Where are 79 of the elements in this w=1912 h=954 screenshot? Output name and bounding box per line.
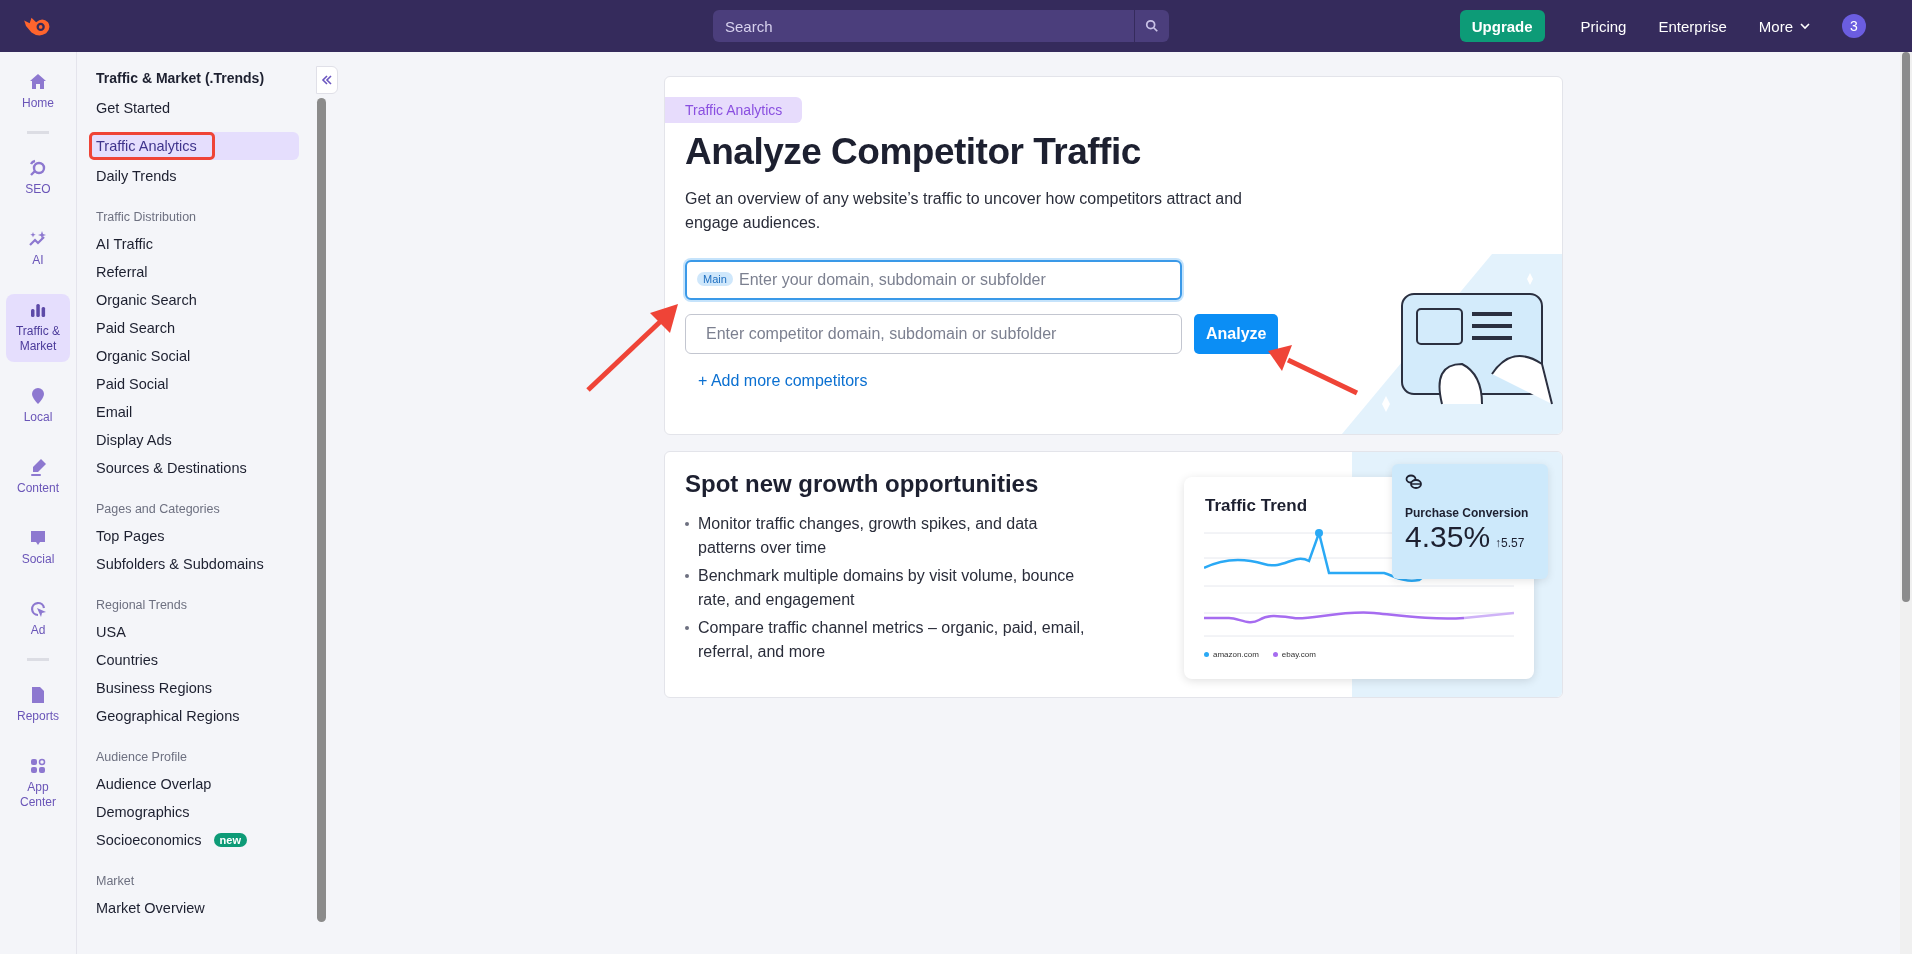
pencil-icon [28,457,48,477]
rail-item[interactable]: SEO [6,152,70,205]
rail-item[interactable]: App Center [6,750,70,818]
section-heading: Pages and Categories [95,501,221,518]
search-button[interactable] [1135,10,1169,42]
nav-link[interactable]: Pricing [1568,17,1639,35]
rail-item[interactable]: Traffic & Market [6,294,70,362]
sidebar-item[interactable]: AI Traffic [89,230,160,258]
section-heading: Market [95,873,136,890]
competitor-field[interactable]: Enter competitor domain, subdomain or subfolder [685,314,1182,354]
bullet-icon [685,522,689,526]
sidebar-item[interactable]: Countries [89,646,166,674]
metric-change: ↑5.57 [1495,536,1525,550]
upgrade-button[interactable]: Upgrade [1459,10,1545,42]
sidebar-item[interactable]: Audience Overlap [89,770,219,798]
search-field[interactable]: Search [713,10,1134,42]
metric-label: Purchase Conversion [1405,506,1530,520]
sidebar-item[interactable]: Daily Trends [89,162,184,190]
scrollbar-thumb[interactable] [1902,52,1910,602]
sidebar-item[interactable]: Traffic Analytics [89,132,299,160]
bullet-text: Monitor traffic changes, growth spikes, and data patterns over time [698,514,1039,558]
apps-icon [28,756,48,776]
sidebar-item[interactable]: Market Overview [89,894,212,922]
sidebar-item[interactable]: Paid Search [89,314,182,342]
double-chevron-icon [321,75,333,85]
page-tag: Traffic Analytics [665,97,803,123]
nav-link[interactable]: Enterprise [1646,17,1739,35]
sidebar-item[interactable]: Subfolders & Subdomains [89,550,271,578]
sidebar-item[interactable]: Demographics [89,798,197,826]
sidebar-item[interactable]: Display Ads [89,426,179,454]
bullet-text: Benchmark multiple domains by visit volume, bounce rate, and engagement [698,566,1076,610]
section-title: Spot new growth opportunities [685,470,1040,498]
rail-item[interactable]: Content [6,451,70,504]
bullet-text: Compare traffic channel metrics – organic, paid, email, referral, and more [698,618,1085,662]
rail-item[interactable]: Ad [6,593,70,646]
sidebar-item[interactable]: Socioeconomics [89,826,209,854]
legend-label: amazon.com [1213,650,1259,659]
sidebar-item[interactable]: Get Started [89,94,178,122]
rail-item[interactable]: Social [6,522,70,575]
more-menu[interactable]: More [1746,17,1822,35]
sidebar-item[interactable]: Geographical Regions [89,702,247,730]
search-icon [1145,19,1159,33]
sidebar-item[interactable]: Top Pages [89,522,172,550]
rail-item[interactable]: Reports [6,679,70,732]
sidebar-item[interactable]: Sources & Destinations [89,454,254,482]
sidebar-item[interactable]: Organic Search [89,286,204,314]
coins-icon [1405,474,1423,490]
collapse-button[interactable] [316,66,338,94]
trend-title: Traffic Trend [1205,496,1308,516]
sidebar-item[interactable]: Email [89,398,140,426]
main-badge: Main [697,272,733,286]
sidebar-item[interactable]: Organic Social [89,342,198,370]
peak-point [1315,529,1323,537]
bullet-icon [685,626,689,630]
seo-icon [28,158,48,178]
sidebar-item[interactable]: Business Regions [89,674,220,702]
sidebar-item[interactable]: USA [89,618,133,646]
logo-icon[interactable] [22,15,52,37]
section-heading: Regional Trends [95,597,189,614]
scrollbar-thumb[interactable] [317,98,326,922]
rail-item[interactable]: Home [6,66,70,119]
section-heading: Traffic Distribution [95,209,198,226]
add-competitors-link[interactable]: + Add more competitors [698,372,868,390]
sidebar-item[interactable]: Referral [89,258,155,286]
new-badge: new [213,833,247,847]
home-icon [28,72,48,92]
section-heading: Audience Profile [95,749,189,766]
cursor-icon [28,599,48,619]
metric-value: 4.35% [1405,520,1491,554]
notification-badge[interactable]: 3 [1842,14,1866,38]
sidebar-item[interactable]: Paid Social [89,370,176,398]
page-description: Get an overview of any website’s traffic to uncover how competitors attract and engage audiences. [685,189,1243,233]
bullet-icon [685,574,689,578]
page-title: Analyze Competitor Traffic [685,131,1142,173]
chevron-icon [1800,22,1810,30]
sidebar-title: Traffic & Market (.Trends) [95,69,266,88]
rail-item[interactable]: AI [6,223,70,276]
rail-item[interactable]: Local [6,380,70,433]
legend-label: ebay.com [1281,650,1316,659]
